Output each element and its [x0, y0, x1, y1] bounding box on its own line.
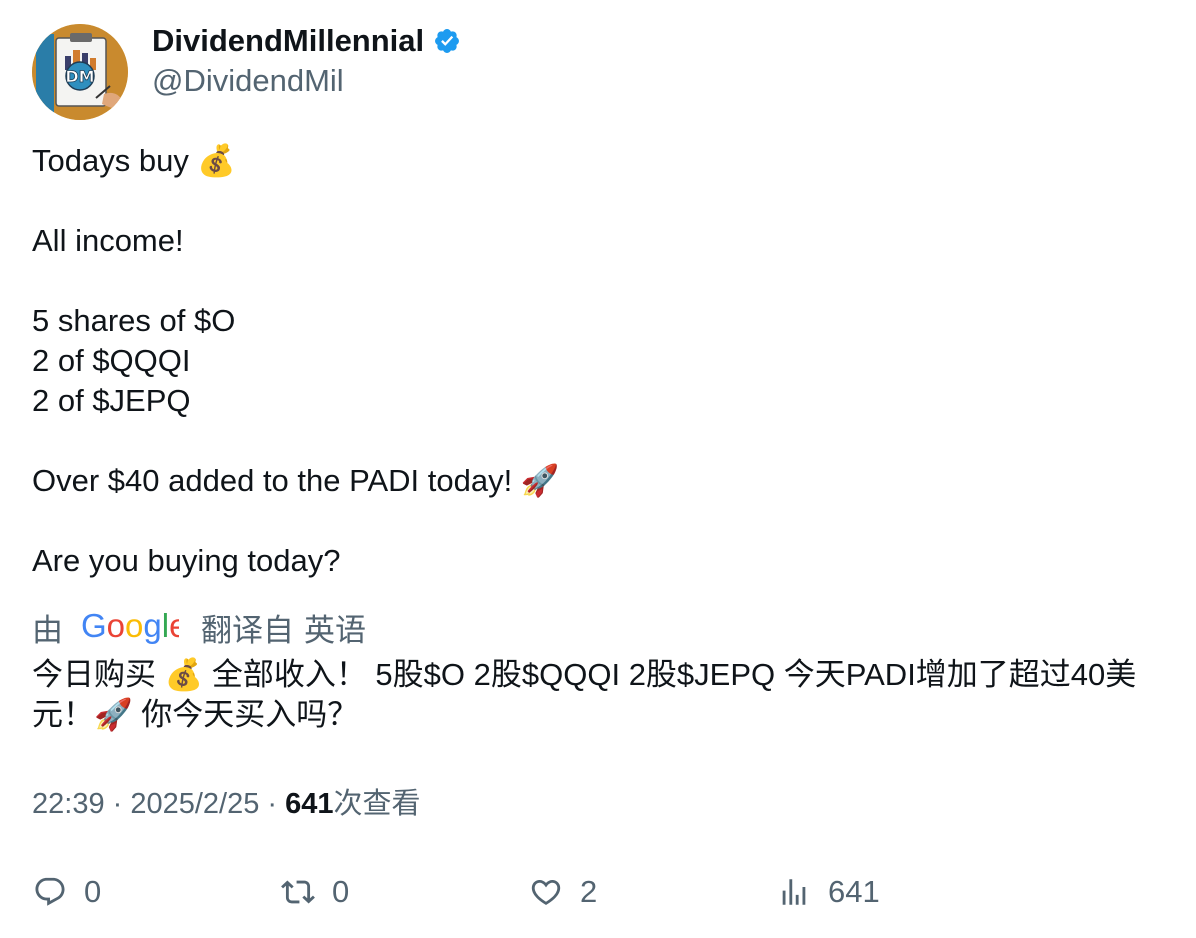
tweet-line	[32, 421, 559, 461]
retweet-icon	[280, 874, 316, 910]
tweet-line	[32, 501, 559, 541]
like-count: 2	[580, 874, 598, 909]
tweet-line[interactable]: 2 of $QQQI	[32, 341, 559, 381]
tweet-line	[32, 261, 559, 301]
tweet-date[interactable]: 2025/2/25	[130, 788, 259, 820]
meta-separator: ·	[104, 788, 131, 820]
like-button[interactable]: 2	[528, 868, 597, 916]
tweet-time[interactable]: 22:39	[32, 788, 105, 820]
views-button[interactable]: 641	[776, 868, 880, 916]
tweet-line: Are you buying today?	[32, 543, 341, 578]
bar-chart-icon	[776, 874, 812, 910]
retweet-count: 0	[332, 874, 350, 909]
tweet-line[interactable]: 5 shares of $O	[32, 301, 559, 341]
author-handle[interactable]: @DividendMil	[152, 62, 344, 100]
translation-attribution[interactable]: 由 Google 翻译自 英语	[32, 606, 366, 648]
translated-from-label: 翻译自	[201, 612, 294, 648]
translated-text: 今日购买 💰 全部收入！ 5股$O 2股$QQQI 2股$JEPQ 今天PADI…	[32, 657, 1137, 732]
display-name-text[interactable]: DividendMillennial	[152, 22, 424, 60]
retweet-button[interactable]: 0	[280, 868, 349, 916]
reply-bubble-icon	[32, 874, 68, 910]
tweet-line: Todays buy 💰	[32, 143, 237, 178]
views-count: 641	[285, 788, 334, 820]
avatar[interactable]: DM	[32, 24, 128, 120]
views-label: 次查看	[333, 788, 421, 820]
avatar-logo-text: DM	[65, 67, 94, 86]
tweet-line	[32, 181, 559, 221]
tweet-line: All income!	[32, 223, 184, 258]
verified-badge-icon	[433, 27, 461, 55]
meta-separator: ·	[259, 788, 286, 820]
svg-text:Google: Google	[81, 609, 179, 644]
tweet-meta: 22:39 · 2025/2/25 · 641次查看	[32, 784, 421, 824]
tweet-card: DM DividendMillennial @DividendMil Today…	[0, 0, 1196, 938]
tweet-line[interactable]: 2 of $JEPQ	[32, 381, 559, 421]
tweet-line: Over $40 added to the PADI today! 🚀	[32, 463, 560, 498]
tweet-text: Todays buy 💰 All income! 5 shares of $O …	[32, 141, 559, 581]
action-bar: 0 0 2 641	[32, 868, 1162, 916]
translated-by-label: 由	[32, 612, 63, 648]
reply-button[interactable]: 0	[32, 868, 101, 916]
google-logo: Google	[81, 609, 179, 645]
reply-count: 0	[84, 874, 102, 909]
author-name[interactable]: DividendMillennial	[152, 22, 461, 60]
views-action-count: 641	[828, 874, 880, 909]
source-language: 英语	[304, 612, 366, 648]
heart-icon	[528, 874, 564, 910]
